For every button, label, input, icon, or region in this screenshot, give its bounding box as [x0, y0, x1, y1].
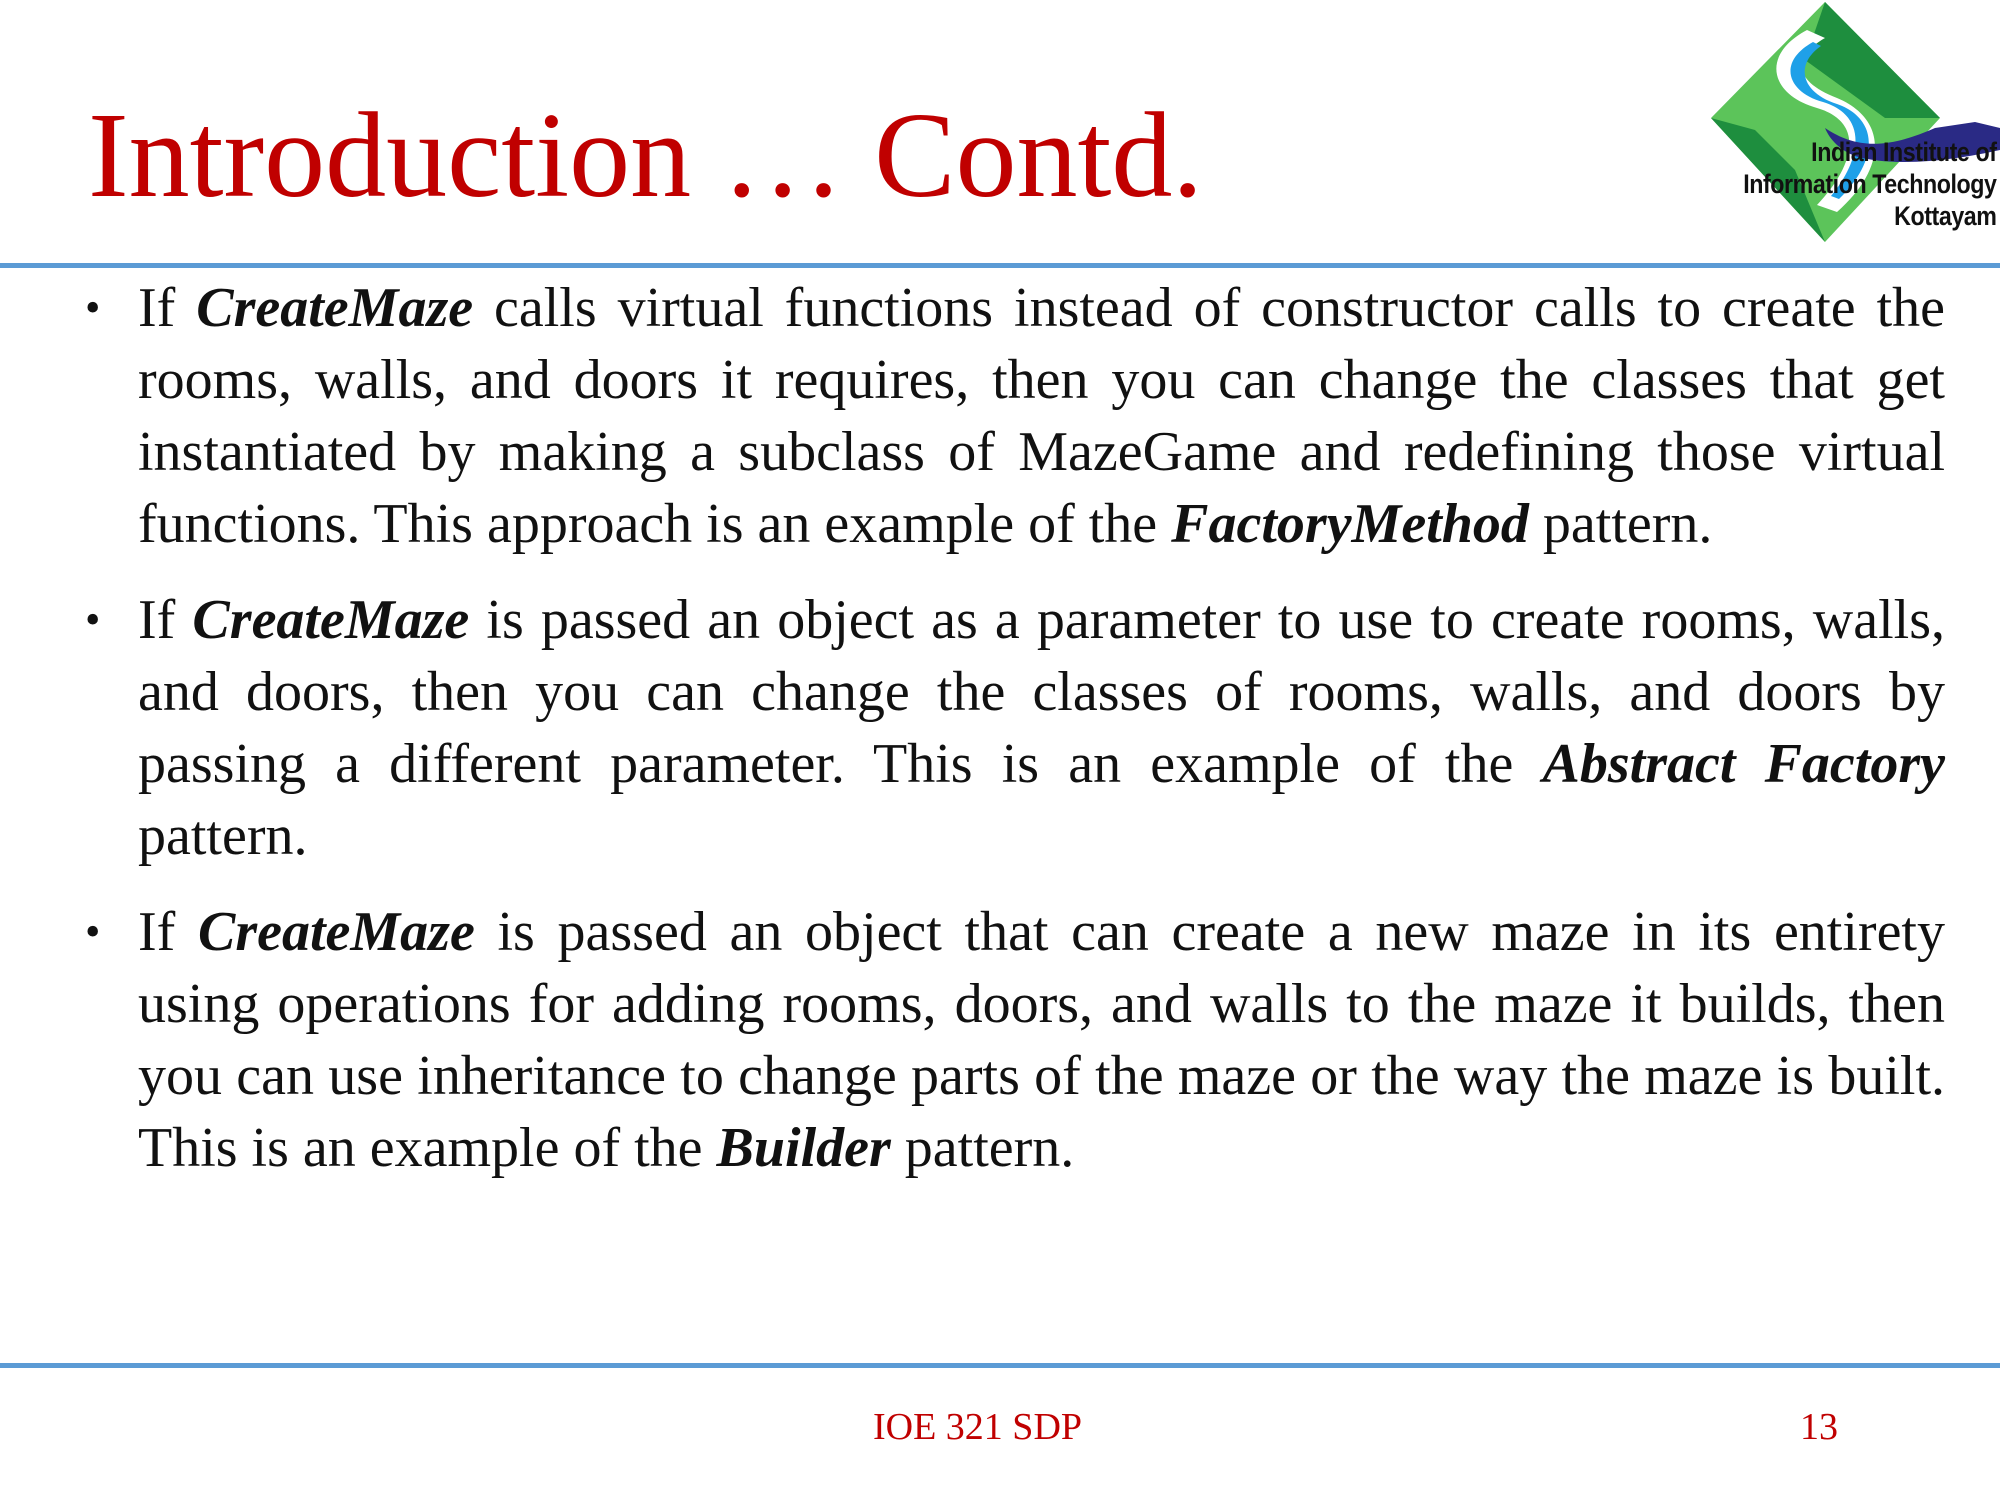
footer-divider — [0, 1363, 2000, 1368]
logo-text-line2: Information Technology — [1742, 169, 1997, 199]
slide: Introduction … Contd. Indian Institute o… — [0, 0, 2000, 1500]
term-builder: Builder — [716, 1117, 891, 1179]
bullet-marker: • — [85, 595, 101, 644]
bullet-list: • If CreateMaze calls virtual functions … — [85, 272, 1945, 1208]
term-abstract-factory: Abstract Factory — [1542, 733, 1946, 795]
logo-text-line3: Kottayam — [1893, 201, 1997, 231]
term-factory-method: FactoryMethod — [1171, 493, 1529, 555]
logo-text-line1: Indian Institute of — [1810, 137, 1997, 167]
bullet-text-end: pattern. — [1528, 493, 1713, 555]
footer-course-code: IOE 321 SDP — [873, 1406, 1083, 1448]
footer-page-number: 13 — [1800, 1406, 1838, 1448]
term-createmaze: CreateMaze — [196, 277, 474, 339]
term-createmaze: CreateMaze — [197, 901, 475, 963]
slide-title: Introduction … Contd. — [88, 88, 1203, 223]
term-createmaze: CreateMaze — [192, 589, 470, 651]
bullet-item-builder: • If CreateMaze is passed an object that… — [85, 896, 1945, 1184]
bullet-text-before: If — [138, 901, 198, 963]
header-divider — [0, 263, 2000, 268]
bullet-text-before: If — [138, 589, 193, 651]
bullet-text-before: If — [138, 277, 197, 339]
bullet-item-factory-method: • If CreateMaze calls virtual functions … — [85, 272, 1945, 560]
bullet-text-end: pattern. — [138, 805, 308, 867]
bullet-marker: • — [85, 283, 101, 332]
institute-logo: Indian Institute of Information Technolo… — [1555, 0, 2000, 248]
bullet-marker: • — [85, 907, 101, 956]
logo-text: Indian Institute of Information Technolo… — [1742, 136, 1997, 232]
bullet-item-abstract-factory: • If CreateMaze is passed an object as a… — [85, 584, 1945, 872]
bullet-text-end: pattern. — [890, 1117, 1075, 1179]
